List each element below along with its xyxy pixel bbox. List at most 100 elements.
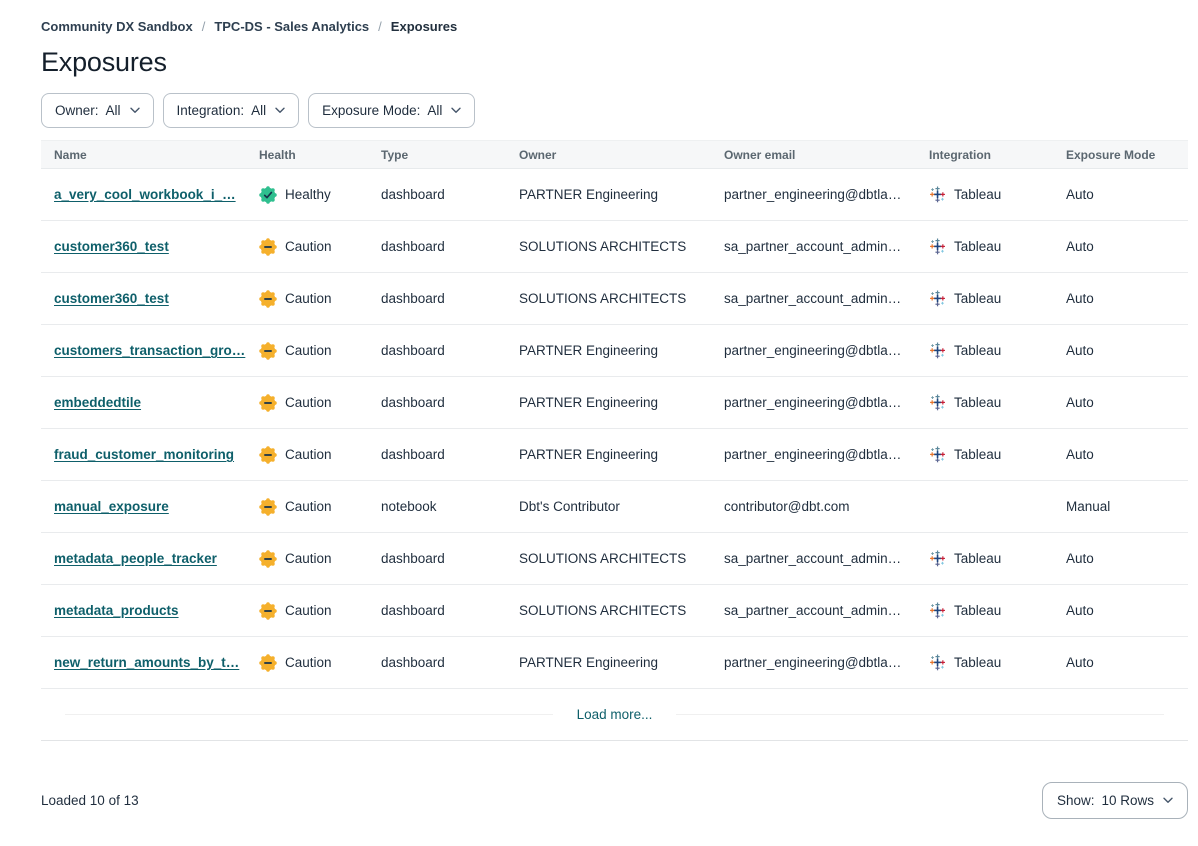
name-cell: customer360_test (41, 291, 246, 306)
table-row: fraud_customer_monitoring Caution (41, 429, 1188, 481)
filter-bar: Owner: All Integration: All Exposure Mod… (41, 93, 1188, 128)
tableau-icon (929, 550, 946, 567)
table-row: customer360_test Caution dashboard (41, 221, 1188, 273)
health-cell: Caution (246, 602, 368, 620)
owner-cell: PARTNER Engineering (506, 187, 711, 202)
show-label: Show: (1057, 793, 1095, 808)
breadcrumb-account[interactable]: Community DX Sandbox (41, 19, 193, 34)
rows-per-page-dropdown[interactable]: Show: 10 Rows (1042, 782, 1188, 819)
type-cell: dashboard (368, 655, 506, 670)
load-more-link[interactable]: Load more... (577, 707, 653, 722)
integration-cell: Tableau (916, 238, 1053, 255)
breadcrumb-separator: / (202, 19, 206, 34)
integration-cell: Tableau (916, 446, 1053, 463)
type-cell: dashboard (368, 551, 506, 566)
integration-label: Tableau (954, 291, 1001, 306)
breadcrumb: Community DX Sandbox / TPC-DS - Sales An… (41, 19, 1188, 34)
integration-label: Tableau (954, 655, 1001, 670)
integration-filter-dropdown[interactable]: Integration: All (163, 93, 300, 128)
tableau-icon (929, 238, 946, 255)
integration-cell: Tableau (916, 342, 1053, 359)
table-row: metadata_people_tracker Caution da (41, 533, 1188, 585)
health-cell: Caution (246, 342, 368, 360)
owner-cell: SOLUTIONS ARCHITECTS (506, 291, 711, 306)
health-label: Caution (285, 603, 332, 618)
exposure-mode-cell: Auto (1053, 239, 1188, 254)
name-cell: metadata_products (41, 603, 246, 618)
exposure-name-link[interactable]: fraud_customer_monitoring (54, 447, 234, 462)
type-cell: dashboard (368, 447, 506, 462)
breadcrumb-current: Exposures (391, 19, 457, 34)
chevron-down-icon (130, 107, 140, 114)
owner-cell: PARTNER Engineering (506, 447, 711, 462)
health-status-badge-icon (259, 342, 277, 360)
owner-filter-label: Owner: (55, 103, 99, 118)
chevron-down-icon (451, 107, 461, 114)
exposure-name-link[interactable]: metadata_products (54, 603, 179, 618)
integration-cell: Tableau (916, 550, 1053, 567)
owner-email-cell: partner_engineering@dbtla… (711, 395, 916, 410)
integration-cell: Tableau (916, 290, 1053, 307)
table-footer: Loaded 10 of 13 Show: 10 Rows (41, 782, 1188, 819)
health-label: Caution (285, 239, 332, 254)
health-label: Caution (285, 291, 332, 306)
integration-label: Tableau (954, 551, 1001, 566)
health-cell: Caution (246, 654, 368, 672)
exposure-name-link[interactable]: new_return_amounts_by_t… (54, 655, 239, 670)
tableau-icon (929, 394, 946, 411)
integration-label: Tableau (954, 603, 1001, 618)
exposure-name-link[interactable]: metadata_people_tracker (54, 551, 217, 566)
integration-cell: Tableau (916, 654, 1053, 671)
health-cell: Caution (246, 290, 368, 308)
tableau-icon (929, 290, 946, 307)
table-row: customers_transaction_gro… Caution (41, 325, 1188, 377)
name-cell: a_very_cool_workbook_i_… (41, 187, 246, 202)
exposure-name-link[interactable]: embeddedtile (54, 395, 141, 410)
health-cell: Caution (246, 446, 368, 464)
exposure-name-link[interactable]: manual_exposure (54, 499, 169, 514)
type-cell: dashboard (368, 187, 506, 202)
health-cell: Caution (246, 550, 368, 568)
exposure-name-link[interactable]: customer360_test (54, 239, 169, 254)
type-cell: dashboard (368, 239, 506, 254)
health-label: Caution (285, 343, 332, 358)
chevron-down-icon (275, 107, 285, 114)
chevron-down-icon (1163, 797, 1173, 804)
column-header-health: Health (246, 148, 368, 162)
exposure-name-link[interactable]: customer360_test (54, 291, 169, 306)
load-more-row: Load more... (41, 689, 1188, 741)
table-header-row: Name Health Type Owner Owner email Integ… (41, 140, 1188, 169)
owner-email-cell: sa_partner_account_admin… (711, 291, 916, 306)
table-row: new_return_amounts_by_t… Caution d (41, 637, 1188, 689)
exposure-name-link[interactable]: a_very_cool_workbook_i_… (54, 187, 236, 202)
exposure-mode-filter-value: All (427, 103, 442, 118)
column-header-owner: Owner (506, 148, 711, 162)
table-row: embeddedtile Caution dashboard (41, 377, 1188, 429)
owner-email-cell: sa_partner_account_admin… (711, 551, 916, 566)
type-cell: dashboard (368, 395, 506, 410)
owner-filter-dropdown[interactable]: Owner: All (41, 93, 154, 128)
owner-cell: SOLUTIONS ARCHITECTS (506, 603, 711, 618)
tableau-icon (929, 342, 946, 359)
health-status-badge-icon (259, 602, 277, 620)
tableau-icon (929, 654, 946, 671)
table-body: a_very_cool_workbook_i_… Healthy d (41, 169, 1188, 689)
health-label: Healthy (285, 187, 331, 202)
integration-filter-label: Integration: (177, 103, 245, 118)
integration-label: Tableau (954, 395, 1001, 410)
column-header-exposure-mode: Exposure Mode (1053, 148, 1188, 162)
exposure-mode-filter-dropdown[interactable]: Exposure Mode: All (308, 93, 475, 128)
owner-cell: PARTNER Engineering (506, 655, 711, 670)
exposure-name-link[interactable]: customers_transaction_gro… (54, 343, 245, 358)
type-cell: dashboard (368, 291, 506, 306)
integration-label: Tableau (954, 239, 1001, 254)
name-cell: manual_exposure (41, 499, 246, 514)
health-status-badge-icon (259, 446, 277, 464)
breadcrumb-project[interactable]: TPC-DS - Sales Analytics (214, 19, 369, 34)
integration-filter-value: All (251, 103, 266, 118)
health-label: Caution (285, 499, 332, 514)
exposure-mode-cell: Auto (1053, 343, 1188, 358)
exposure-mode-cell: Auto (1053, 187, 1188, 202)
health-status-badge-icon (259, 238, 277, 256)
health-status-badge-icon (259, 290, 277, 308)
